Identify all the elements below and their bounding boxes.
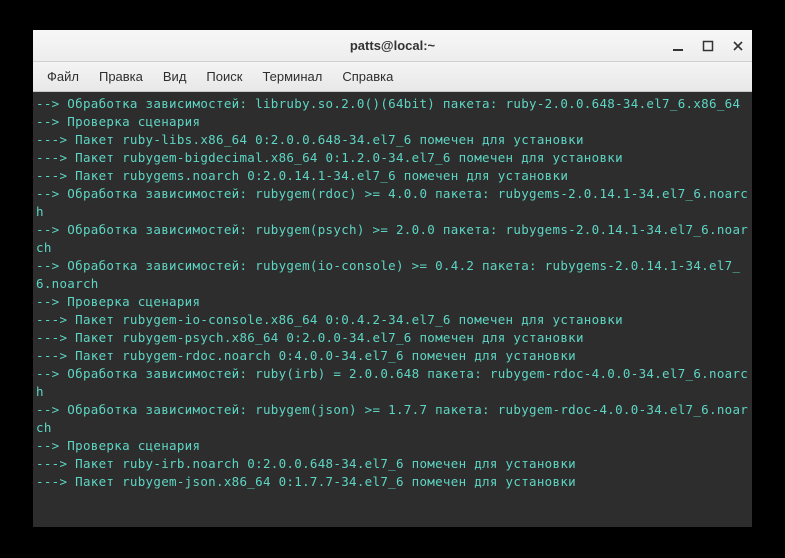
- maximize-button[interactable]: [700, 38, 716, 54]
- close-button[interactable]: [730, 38, 746, 54]
- menu-file[interactable]: Файл: [37, 65, 89, 88]
- terminal-window: patts@local:~ Файл Правка Вид Поиск Терм…: [33, 30, 752, 527]
- window-title: patts@local:~: [350, 38, 435, 53]
- menu-edit[interactable]: Правка: [89, 65, 153, 88]
- terminal-area[interactable]: --> Обработка зависимостей: libruby.so.2…: [33, 92, 752, 527]
- window-controls: [670, 30, 746, 61]
- minimize-button[interactable]: [670, 38, 686, 54]
- menu-terminal[interactable]: Терминал: [252, 65, 332, 88]
- menubar: Файл Правка Вид Поиск Терминал Справка: [33, 62, 752, 92]
- terminal-output: --> Обработка зависимостей: libruby.so.2…: [36, 95, 749, 491]
- menu-view[interactable]: Вид: [153, 65, 197, 88]
- close-icon: [732, 40, 744, 52]
- menu-help[interactable]: Справка: [332, 65, 403, 88]
- titlebar: patts@local:~: [33, 30, 752, 62]
- menu-search[interactable]: Поиск: [196, 65, 252, 88]
- minimize-icon: [672, 40, 684, 52]
- maximize-icon: [702, 40, 714, 52]
